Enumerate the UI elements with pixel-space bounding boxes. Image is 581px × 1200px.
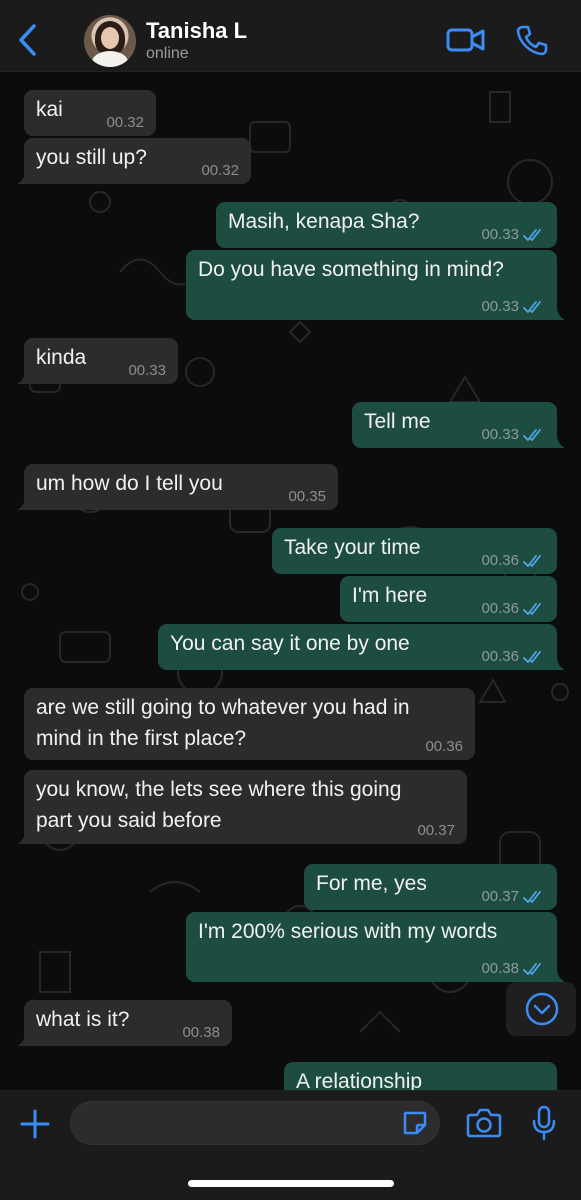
message-time: 00.36	[481, 648, 519, 665]
bubble-tail	[551, 656, 565, 670]
back-chevron-icon[interactable]	[14, 22, 42, 58]
read-receipt-icon	[523, 603, 541, 615]
message-time: 00.33	[481, 226, 519, 243]
message-meta: 00.37	[481, 888, 545, 906]
incoming-message[interactable]: you know, the lets see where this going …	[17, 770, 467, 844]
outgoing-message[interactable]: Masih, kenapa Sha? 00.33	[216, 202, 557, 248]
message-meta: 00.35	[288, 488, 326, 506]
outgoing-message[interactable]: Take your time 00.36	[272, 528, 557, 574]
read-receipt-icon	[523, 429, 541, 441]
message-text: I'm 200% serious with my words	[198, 920, 498, 943]
message-time: 00.33	[481, 298, 519, 315]
outgoing-message[interactable]: You can say it one by one 00.36	[158, 624, 565, 670]
microphone-icon[interactable]	[530, 1105, 558, 1141]
message-meta: 00.33	[481, 298, 545, 316]
message-text: um how do I tell you	[36, 472, 223, 495]
message-meta: 00.33	[481, 226, 545, 244]
incoming-message[interactable]: are we still going to whatever you had i…	[24, 688, 475, 760]
incoming-message[interactable]: um how do I tell you 00.35	[17, 464, 338, 510]
read-receipt-icon	[523, 301, 541, 313]
bubble-tail	[17, 370, 31, 384]
message-text: you know, the lets see where this going …	[36, 778, 402, 832]
outgoing-message[interactable]: Tell me 00.33	[352, 402, 565, 448]
outgoing-message[interactable]: For me, yes 00.37	[304, 864, 557, 910]
message-meta: 00.33	[481, 426, 545, 444]
bubble-tail	[17, 830, 31, 844]
outgoing-message[interactable]: A relationship	[284, 1062, 557, 1090]
plus-icon[interactable]	[20, 1109, 50, 1139]
message-time: 00.37	[417, 822, 455, 839]
incoming-message[interactable]: you still up? 00.32	[17, 138, 251, 184]
bubble-tail	[551, 306, 565, 320]
message-time: 00.32	[106, 114, 144, 131]
contact-status: online	[146, 45, 189, 62]
incoming-message[interactable]: kai 00.32	[24, 90, 156, 136]
scroll-to-bottom-button[interactable]	[506, 982, 576, 1036]
message-meta: 00.36	[425, 738, 463, 756]
phone-icon[interactable]	[516, 24, 548, 56]
chevron-down-circle-icon	[525, 992, 559, 1026]
outgoing-message[interactable]: I'm 200% serious with my words 00.38	[186, 912, 565, 982]
bubble-tail	[551, 968, 565, 982]
read-receipt-icon	[523, 229, 541, 241]
message-time: 00.33	[128, 362, 166, 379]
sticker-icon[interactable]	[402, 1110, 428, 1136]
read-receipt-icon	[523, 651, 541, 663]
bubble-tail	[17, 1032, 31, 1046]
camera-icon[interactable]	[466, 1107, 502, 1139]
contact-name[interactable]: Tanisha L	[146, 18, 247, 44]
message-time: 00.32	[201, 162, 239, 179]
message-meta: 00.38	[182, 1024, 220, 1042]
chat-header: Tanisha L online	[0, 0, 581, 72]
bubble-tail	[551, 434, 565, 448]
message-time: 00.36	[481, 600, 519, 617]
bubble-tail	[17, 496, 31, 510]
read-receipt-icon	[523, 555, 541, 567]
avatar[interactable]	[84, 15, 136, 67]
outgoing-message[interactable]: I'm here 00.36	[340, 576, 557, 622]
message-meta: 00.36	[481, 600, 545, 618]
message-meta: 00.32	[106, 114, 144, 132]
message-time: 00.35	[288, 488, 326, 505]
message-meta: 00.38	[481, 960, 545, 978]
message-text: are we still going to whatever you had i…	[36, 696, 410, 750]
bubble-tail	[17, 170, 31, 184]
incoming-message[interactable]: what is it? 00.38	[17, 1000, 232, 1046]
outgoing-message[interactable]: Do you have something in mind? 00.33	[186, 250, 565, 320]
video-call-icon[interactable]	[446, 26, 486, 54]
message-list[interactable]: kai 00.32 you still up? 00.32 Masih, kenapa …	[0, 72, 581, 1090]
message-time: 00.37	[481, 888, 519, 905]
message-time: 00.36	[425, 738, 463, 755]
message-time: 00.38	[481, 960, 519, 977]
message-meta: 00.36	[481, 648, 545, 666]
message-time: 00.38	[182, 1024, 220, 1041]
message-meta: 00.33	[128, 362, 166, 380]
message-time: 00.33	[481, 426, 519, 443]
message-meta: 00.37	[417, 822, 455, 840]
read-receipt-icon	[523, 891, 541, 903]
message-text: Do you have something in mind?	[198, 258, 504, 281]
message-time: 00.36	[481, 552, 519, 569]
message-meta: 00.36	[481, 552, 545, 570]
message-input[interactable]	[70, 1101, 440, 1145]
message-text: A relationship	[296, 1070, 423, 1090]
read-receipt-icon	[523, 963, 541, 975]
incoming-message[interactable]: kinda 00.33	[17, 338, 178, 384]
home-indicator	[188, 1180, 394, 1187]
message-meta: 00.32	[201, 162, 239, 180]
